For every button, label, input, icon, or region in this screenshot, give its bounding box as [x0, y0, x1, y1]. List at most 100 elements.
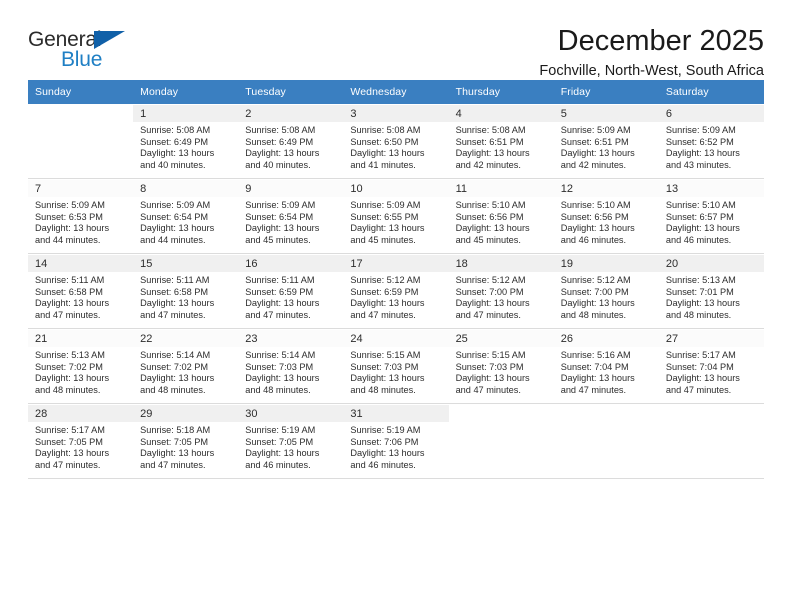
day-detail-daylight-line1: Daylight: 13 hours [140, 223, 215, 234]
day-detail-sunrise: Sunrise: 5:10 AM [665, 200, 736, 210]
calendar-day-cell[interactable]: 20 Sunrise: 5:13 AM Sunset: 7:01 PM Dayligh… [658, 253, 764, 329]
calendar-cell-inner: 6 Sunrise: 5:09 AM Sunset: 6:52 PM Daylight… [658, 104, 764, 178]
day-number: 9 [238, 180, 344, 197]
calendar-cell-inner: 20 Sunrise: 5:13 AM Sunset: 7:01 PM Dayligh… [658, 254, 764, 328]
calendar-day-cell[interactable]: 11 Sunrise: 5:10 AM Sunset: 6:56 PM Dayligh… [448, 178, 554, 254]
day-number [449, 405, 554, 422]
calendar-cell-inner: 16 Sunrise: 5:11 AM Sunset: 6:59 PM Dayligh… [238, 254, 344, 328]
day-detail-daylight-line2: and 48 minutes. [245, 384, 311, 395]
day-details [449, 422, 554, 425]
day-detail-daylight-line1: Daylight: 13 hours [665, 298, 740, 309]
day-detail-daylight-line1: Daylight: 13 hours [140, 373, 215, 384]
calendar-day-cell[interactable]: 14 Sunrise: 5:11 AM Sunset: 6:58 PM Dayligh… [28, 253, 134, 329]
day-detail-daylight-line1: Daylight: 13 hours [245, 298, 320, 309]
day-detail-sunset: Sunset: 7:05 PM [140, 436, 209, 447]
weekday-header-thursday: Thursday [448, 80, 554, 104]
day-detail-daylight-line2: and 48 minutes. [35, 384, 101, 395]
calendar-cell-inner: 1 Sunrise: 5:08 AM Sunset: 6:49 PM Daylight… [133, 104, 239, 178]
day-number: 12 [553, 180, 659, 197]
day-detail-daylight-line1: Daylight: 13 hours [140, 298, 215, 309]
day-detail-daylight-line2: and 48 minutes. [350, 384, 416, 395]
weekday-header-saturday: Saturday [658, 80, 764, 104]
calendar-day-cell[interactable]: 12 Sunrise: 5:10 AM Sunset: 6:56 PM Dayligh… [553, 178, 659, 254]
calendar-day-cell[interactable]: 6 Sunrise: 5:09 AM Sunset: 6:52 PM Daylight… [658, 104, 764, 179]
day-detail-daylight-line2: and 47 minutes. [35, 459, 101, 470]
day-number: 3 [343, 105, 449, 122]
calendar-day-cell[interactable]: 29 Sunrise: 5:18 AM Sunset: 7:05 PM Dayligh… [133, 403, 239, 479]
day-detail-sunset: Sunset: 6:49 PM [140, 136, 209, 147]
calendar-day-cell[interactable]: 1 Sunrise: 5:08 AM Sunset: 6:49 PM Daylight… [133, 104, 239, 179]
calendar-cell-empty [28, 104, 134, 179]
day-detail-daylight-line1: Daylight: 13 hours [35, 448, 110, 459]
day-details: Sunrise: 5:09 AM Sunset: 6:52 PM Daylight:… [659, 122, 764, 171]
calendar-day-cell[interactable]: 18 Sunrise: 5:12 AM Sunset: 7:00 PM Dayligh… [448, 253, 554, 329]
calendar-day-cell[interactable]: 7 Sunrise: 5:09 AM Sunset: 6:53 PM Daylight… [28, 178, 134, 254]
day-detail-sunrise: Sunrise: 5:14 AM [245, 350, 316, 360]
weekday-header-sunday: Sunday [28, 80, 134, 104]
day-detail-sunset: Sunset: 6:59 PM [350, 286, 419, 297]
calendar-day-cell[interactable]: 16 Sunrise: 5:11 AM Sunset: 6:59 PM Dayligh… [238, 253, 344, 329]
calendar-day-cell[interactable]: 31 Sunrise: 5:19 AM Sunset: 7:06 PM Dayligh… [343, 403, 449, 479]
calendar-cell-inner: 21 Sunrise: 5:13 AM Sunset: 7:02 PM Dayligh… [28, 329, 134, 403]
day-detail-daylight-line1: Daylight: 13 hours [350, 298, 425, 309]
day-detail-daylight-line1: Daylight: 13 hours [350, 373, 425, 384]
day-detail-sunset: Sunset: 6:53 PM [35, 211, 103, 222]
weekday-header-friday: Friday [553, 80, 659, 104]
weekday-header-wednesday: Wednesday [343, 80, 449, 104]
calendar-day-cell[interactable]: 10 Sunrise: 5:09 AM Sunset: 6:55 PM Dayligh… [343, 178, 449, 254]
day-detail-sunset: Sunset: 6:51 PM [560, 136, 629, 147]
calendar-day-cell[interactable]: 17 Sunrise: 5:12 AM Sunset: 6:59 PM Dayligh… [343, 253, 449, 329]
calendar-day-cell[interactable]: 21 Sunrise: 5:13 AM Sunset: 7:02 PM Dayligh… [28, 328, 134, 404]
month-calendar: Sunday Monday Tuesday Wednesday Thursday… [28, 80, 764, 479]
calendar-cell-inner: 13 Sunrise: 5:10 AM Sunset: 6:57 PM Dayligh… [658, 179, 764, 253]
day-detail-sunset: Sunset: 6:54 PM [140, 211, 209, 222]
day-detail-daylight-line2: and 41 minutes. [350, 159, 416, 170]
day-detail-daylight-line1: Daylight: 13 hours [455, 373, 530, 384]
day-details [28, 122, 133, 125]
calendar-day-cell[interactable]: 22 Sunrise: 5:14 AM Sunset: 7:02 PM Dayligh… [133, 328, 239, 404]
calendar-day-cell[interactable]: 8 Sunrise: 5:09 AM Sunset: 6:54 PM Daylight… [133, 178, 239, 254]
calendar-cell-empty [553, 403, 659, 479]
calendar-day-cell[interactable]: 15 Sunrise: 5:11 AM Sunset: 6:58 PM Dayligh… [133, 253, 239, 329]
calendar-day-cell[interactable]: 28 Sunrise: 5:17 AM Sunset: 7:05 PM Dayligh… [28, 403, 134, 479]
day-detail-sunset: Sunset: 6:51 PM [455, 136, 524, 147]
day-detail-sunrise: Sunrise: 5:11 AM [35, 275, 105, 285]
calendar-day-cell[interactable]: 24 Sunrise: 5:15 AM Sunset: 7:03 PM Dayligh… [343, 328, 449, 404]
day-details: Sunrise: 5:09 AM Sunset: 6:55 PM Daylight:… [343, 197, 448, 246]
day-detail-daylight-line2: and 44 minutes. [35, 234, 101, 245]
calendar-cell-inner: 12 Sunrise: 5:10 AM Sunset: 6:56 PM Dayligh… [553, 179, 659, 253]
location-subtitle: Fochville, North-West, South Africa [539, 63, 764, 80]
calendar-day-cell[interactable]: 4 Sunrise: 5:08 AM Sunset: 6:51 PM Daylight… [448, 104, 554, 179]
day-detail-daylight-line2: and 48 minutes. [560, 309, 627, 320]
day-detail-sunset: Sunset: 7:01 PM [665, 286, 734, 297]
calendar-day-cell[interactable]: 3 Sunrise: 5:08 AM Sunset: 6:50 PM Daylight… [343, 104, 449, 179]
calendar-cell-inner: 3 Sunrise: 5:08 AM Sunset: 6:50 PM Daylight… [343, 104, 449, 178]
day-detail-sunrise: Sunrise: 5:17 AM [665, 350, 736, 360]
calendar-day-cell[interactable]: 26 Sunrise: 5:16 AM Sunset: 7:04 PM Dayligh… [553, 328, 659, 404]
day-detail-sunrise: Sunrise: 5:10 AM [455, 200, 526, 210]
calendar-day-cell[interactable]: 30 Sunrise: 5:19 AM Sunset: 7:05 PM Dayligh… [238, 403, 344, 479]
day-detail-sunrise: Sunrise: 5:08 AM [350, 125, 421, 135]
day-detail-daylight-line1: Daylight: 13 hours [245, 448, 320, 459]
calendar-day-cell[interactable]: 23 Sunrise: 5:14 AM Sunset: 7:03 PM Dayligh… [238, 328, 344, 404]
calendar-body: 1 Sunrise: 5:08 AM Sunset: 6:49 PM Daylight… [28, 104, 764, 479]
calendar-day-cell[interactable]: 5 Sunrise: 5:09 AM Sunset: 6:51 PM Daylight… [553, 104, 659, 179]
day-detail-sunset: Sunset: 6:58 PM [140, 286, 209, 297]
day-details: Sunrise: 5:14 AM Sunset: 7:03 PM Daylight:… [238, 347, 343, 396]
calendar-cell-inner [28, 104, 134, 178]
day-number: 2 [238, 105, 344, 122]
day-details: Sunrise: 5:15 AM Sunset: 7:03 PM Daylight:… [449, 347, 554, 396]
calendar-cell-inner: 7 Sunrise: 5:09 AM Sunset: 6:53 PM Daylight… [28, 179, 134, 253]
day-detail-daylight-line1: Daylight: 13 hours [455, 148, 530, 159]
calendar-day-cell[interactable]: 13 Sunrise: 5:10 AM Sunset: 6:57 PM Dayligh… [658, 178, 764, 254]
calendar-day-cell[interactable]: 27 Sunrise: 5:17 AM Sunset: 7:04 PM Dayligh… [658, 328, 764, 404]
calendar-day-cell[interactable]: 2 Sunrise: 5:08 AM Sunset: 6:49 PM Daylight… [238, 104, 344, 179]
general-blue-logo[interactable]: General Blue [28, 26, 138, 74]
day-detail-sunset: Sunset: 7:05 PM [35, 436, 103, 447]
day-detail-sunset: Sunset: 7:05 PM [245, 436, 314, 447]
calendar-day-cell[interactable]: 19 Sunrise: 5:12 AM Sunset: 7:00 PM Dayligh… [553, 253, 659, 329]
day-detail-sunrise: Sunrise: 5:15 AM [455, 350, 526, 360]
calendar-day-cell[interactable]: 9 Sunrise: 5:09 AM Sunset: 6:54 PM Daylight… [238, 178, 344, 254]
day-detail-sunrise: Sunrise: 5:13 AM [665, 275, 736, 285]
calendar-day-cell[interactable]: 25 Sunrise: 5:15 AM Sunset: 7:03 PM Dayligh… [448, 328, 554, 404]
